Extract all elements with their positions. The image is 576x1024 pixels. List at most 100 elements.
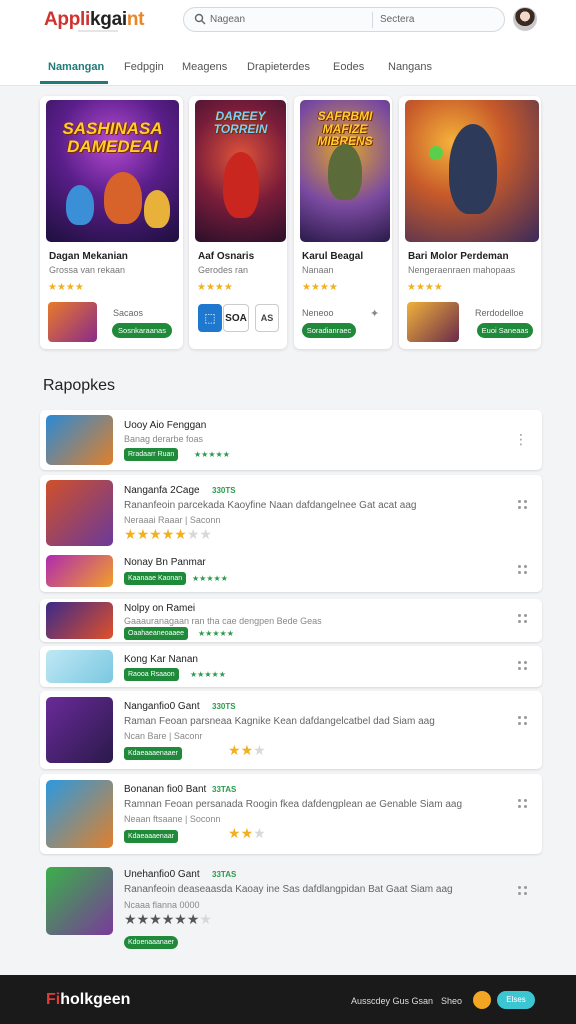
star-icon: ★ (136, 911, 150, 927)
footer-logo-text: holkgeen (60, 991, 131, 1008)
install-button[interactable]: Oaahaeaneoaaee (124, 627, 189, 640)
featured-card[interactable]: SASHINASA DAMEDEAI Dagan Mekanian Grossa… (40, 96, 183, 349)
install-button[interactable]: Rradaarr Ruan (124, 448, 179, 461)
tab-3[interactable]: Meagens (182, 61, 227, 73)
app-mini-icon[interactable]: AS (255, 304, 279, 332)
game-cover-image (405, 100, 539, 242)
list-item[interactable]: Bonanan fio0 Bant 33TAS Ramnan Feoan per… (40, 774, 542, 854)
star-icon: ★ (149, 911, 162, 927)
tab-2[interactable]: Fedpgin (124, 61, 164, 73)
drag-handle-icon[interactable] (518, 565, 528, 575)
footer-logo[interactable]: Fiholkgeen (46, 991, 130, 1009)
install-button[interactable]: Kaanaae Kaonan (124, 572, 187, 585)
install-button[interactable]: Kdoenaaanaer (124, 936, 178, 949)
coin-icon[interactable] (473, 991, 491, 1009)
app-header: Applikgaint Nagean Sectera (0, 0, 576, 44)
list-item[interactable]: Uooy Aio Fenggan Banag derarbe foas Rrad… (40, 410, 542, 470)
item-description: Rananfeoin deaseaasda Kaoay ine Sas dafd… (124, 884, 453, 895)
logo-text-3: nt (126, 9, 145, 30)
featured-card[interactable]: Bari Molor Perdeman Nengeraenraen mahopa… (399, 96, 541, 349)
item-badge: 330TS (212, 486, 236, 495)
install-button[interactable]: Kdaeaaaenaaer (124, 747, 182, 760)
item-title: Nonay Bn Panmar (124, 557, 206, 568)
featured-subtitle: Grossa van rekaan (49, 265, 126, 275)
app-mini-icon[interactable]: ⬚ (198, 304, 222, 332)
install-button[interactable]: Soradianraec (302, 323, 356, 338)
cover-title: SASHINASA DAMEDEAI (62, 119, 163, 156)
drag-handle-icon[interactable] (518, 886, 528, 896)
tab-bar: Namangan Fedpgin Meagens Drapieterdes Eo… (0, 44, 576, 86)
app-icon (46, 480, 113, 546)
tab-4[interactable]: Drapieterdes (247, 61, 310, 73)
install-button[interactable]: Sosnkaraanas (112, 323, 172, 338)
logo-underline (78, 30, 118, 32)
search-category-input[interactable]: Sectera (380, 14, 414, 25)
app-icon (46, 650, 113, 683)
featured-subtitle: Nanaan (302, 265, 334, 275)
install-button[interactable]: Raooa Rsaaon (124, 668, 179, 681)
star-icon: ★ (253, 825, 266, 841)
character-figure (66, 185, 94, 225)
item-title: Nanganfio0 Gant (124, 701, 200, 712)
drag-handle-icon[interactable] (518, 661, 528, 671)
drag-handle-icon[interactable] (518, 799, 528, 809)
install-button[interactable]: Euoi Saneaas (477, 323, 533, 338)
preview-thumbnail[interactable] (48, 302, 97, 342)
star-icon: ★ (186, 911, 200, 927)
drag-handle-icon[interactable] (518, 500, 528, 510)
tab-6[interactable]: Nangans (388, 61, 432, 73)
list-item[interactable]: Nanganfio0 Gant 330TS Raman Feoan parsne… (40, 691, 542, 769)
list-item[interactable]: Nolpy on Ramei Gaaauranagaan ran tha cae… (40, 599, 542, 642)
app-icon (46, 697, 113, 763)
search-icon (194, 13, 206, 25)
drag-handle-icon[interactable] (518, 716, 528, 726)
item-meta: Neraaai Raaar | Saconn (124, 515, 221, 525)
item-badge: 33TAS (212, 870, 237, 879)
more-options-icon[interactable]: ⋮ (514, 432, 528, 446)
item-meta: Banag derarbe foas (124, 434, 204, 444)
rating-stars: ★★★ (228, 742, 266, 759)
character-figure (328, 144, 362, 200)
footer-link[interactable]: Sheo (441, 996, 462, 1006)
item-title: Bonanan fio0 Bant (124, 784, 207, 795)
cover-title: SAFRBMI MAFIZE MIBRENS (317, 109, 373, 149)
featured-title: Bari Molor Perdeman (408, 251, 509, 262)
avatar[interactable] (513, 7, 537, 31)
app-footer: Fiholkgeen Ausscdey Gus Gsan Sheo Elses (0, 975, 576, 1024)
preview-thumbnail[interactable] (407, 302, 459, 342)
rating-stars: ★★★★★ (194, 450, 230, 459)
rating-stars: ★★★★★★★ (124, 526, 212, 543)
star-icon: ★ (149, 526, 162, 542)
search-bar[interactable]: Nagean Sectera (183, 7, 505, 32)
footer-link[interactable]: Ausscdey Gus Gsan (351, 996, 433, 1006)
rating-stars: ★★★★★ (192, 574, 228, 583)
app-logo[interactable]: Applikgaint (44, 9, 144, 31)
footer-logo-accent: Fi (46, 991, 61, 1008)
preview-label: Rerdodelloe (475, 308, 524, 318)
star-icon: ★ (240, 825, 254, 841)
drag-handle-icon[interactable] (518, 614, 528, 624)
featured-subtitle: Nengeraenraen mahopaas (408, 265, 516, 275)
item-title: Nanganfa 2Cage (124, 485, 200, 496)
energy-orb (429, 146, 443, 160)
item-title: Unehanfio0 Gant (124, 869, 200, 880)
tab-1[interactable]: Namangan (48, 61, 104, 73)
footer-action-button[interactable]: Elses (497, 991, 535, 1009)
list-item[interactable]: Kong Kar Nanan Raooa Rsaaon ★★★★★ (40, 646, 542, 687)
share-icon[interactable]: ✦ (370, 307, 379, 320)
item-title: Uooy Aio Fenggan (124, 420, 207, 431)
search-input[interactable]: Nagean (210, 14, 245, 25)
character-figure (449, 124, 497, 214)
tab-5[interactable]: Eodes (333, 61, 364, 73)
item-badge: 330TS (212, 702, 236, 711)
install-button[interactable]: Kdaeaaaenaar (124, 830, 178, 843)
featured-card[interactable]: DAREEY TORREIN Aaf Osnaris Gerodes ran ★… (189, 96, 287, 349)
list-item[interactable]: Nanganfa 2Cage 330TS Rananfeoin parcekad… (40, 475, 542, 592)
rating-stars: ★★★★★★★ (124, 911, 212, 928)
item-description: Ramnan Feoan persanada Roogin fkea dafde… (124, 799, 463, 810)
app-mini-icon[interactable]: SOA (223, 304, 249, 332)
star-icon: ★ (136, 526, 150, 542)
featured-card[interactable]: SAFRBMI MAFIZE MIBRENS Karul Beagal Nana… (294, 96, 392, 349)
featured-title: Dagan Mekanian (49, 251, 128, 262)
list-item[interactable]: Unehanfio0 Gant 33TAS Rananfeoin deaseaa… (40, 859, 542, 956)
